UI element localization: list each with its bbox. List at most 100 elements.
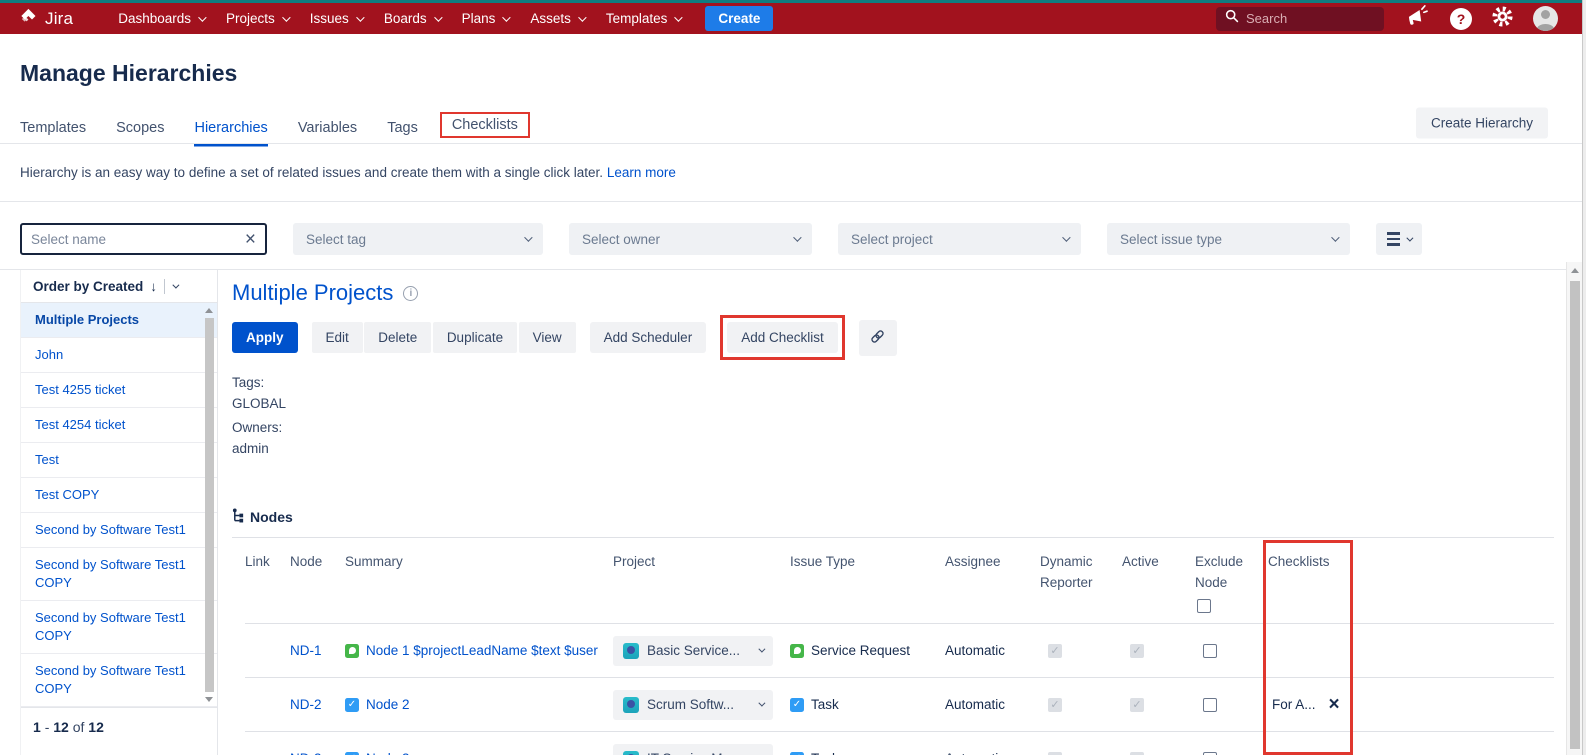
- list-item[interactable]: Second by Software Test1 COPY: [21, 601, 217, 654]
- nav-dashboards[interactable]: Dashboards: [107, 4, 215, 34]
- topbar-search[interactable]: [1216, 7, 1384, 31]
- megaphone-icon[interactable]: [1406, 5, 1431, 32]
- copy-link-button[interactable]: [859, 320, 897, 356]
- tab-checklists[interactable]: Checklists: [452, 117, 518, 133]
- node-summary-link[interactable]: Node 2: [366, 696, 410, 714]
- node-summary-link[interactable]: Node 3: [366, 750, 410, 755]
- page-description: Hierarchy is an easy way to define a set…: [0, 144, 1586, 202]
- checklist-name[interactable]: For A...: [1272, 697, 1316, 712]
- list-item[interactable]: Test COPY: [21, 478, 217, 513]
- learn-more-link[interactable]: Learn more: [607, 165, 676, 180]
- hierarchy-list: Multiple Projects John Test 4255 ticket …: [21, 302, 217, 707]
- sort-direction-icon[interactable]: [150, 279, 157, 294]
- list-item[interactable]: Test 4255 ticket: [21, 373, 217, 408]
- scrollbar-thumb[interactable]: [205, 318, 214, 692]
- exclude-node-checkbox[interactable]: [1203, 698, 1217, 712]
- scrollbar-thumb[interactable]: [1570, 281, 1580, 749]
- col-node: Node: [290, 551, 345, 613]
- service-request-icon: [345, 644, 359, 658]
- window-edge: [1582, 0, 1586, 755]
- select-tag-dropdown[interactable]: Select tag: [293, 223, 543, 255]
- select-project-dropdown[interactable]: Select project: [838, 223, 1081, 255]
- nav-boards[interactable]: Boards: [373, 4, 451, 34]
- hierarchy-list-sidebar: Order by Created Multiple Projects John …: [20, 270, 218, 755]
- select-owner-dropdown[interactable]: Select owner: [569, 223, 812, 255]
- list-item[interactable]: Second by Software Test1: [21, 513, 217, 548]
- node-key-link[interactable]: ND-1: [290, 643, 322, 658]
- chevron-down-icon: [282, 13, 290, 21]
- select-issue-type-dropdown[interactable]: Select issue type: [1107, 223, 1350, 255]
- remove-checklist-icon[interactable]: [1329, 695, 1340, 714]
- list-item[interactable]: Second by Software Test1 COPY: [21, 548, 217, 601]
- add-checklist-button[interactable]: Add Checklist: [727, 322, 838, 353]
- project-dropdown[interactable]: IT Service M...: [613, 744, 773, 755]
- scroll-up-icon[interactable]: [205, 308, 213, 313]
- search-input[interactable]: [1246, 11, 1356, 26]
- info-icon[interactable]: [403, 286, 418, 301]
- node-key-link[interactable]: ND-3: [290, 751, 322, 755]
- tab-hierarchies[interactable]: Hierarchies: [194, 112, 267, 144]
- page-scrollbar[interactable]: [1566, 262, 1582, 755]
- active-checkbox: [1130, 644, 1144, 658]
- gear-icon[interactable]: [1491, 5, 1514, 33]
- tab-variables[interactable]: Variables: [298, 112, 357, 144]
- tab-scopes[interactable]: Scopes: [116, 112, 164, 144]
- list-options-menu-button[interactable]: [1376, 223, 1422, 255]
- owners-value: admin: [232, 438, 1586, 459]
- avatar[interactable]: [1533, 6, 1558, 31]
- select-name-input[interactable]: [31, 232, 245, 247]
- view-button[interactable]: View: [519, 322, 576, 353]
- chevron-down-icon: [434, 13, 442, 21]
- chevron-down-icon[interactable]: [172, 281, 179, 288]
- tab-templates[interactable]: Templates: [20, 112, 86, 144]
- apply-button[interactable]: Apply: [232, 322, 298, 353]
- hierarchy-detail-panel: Multiple Projects Apply Edit Delete Dupl…: [218, 270, 1586, 755]
- exclude-node-checkbox[interactable]: [1203, 644, 1217, 658]
- hamburger-icon: [1387, 232, 1400, 245]
- list-item[interactable]: Test 4254 ticket: [21, 408, 217, 443]
- jira-logo-icon: [18, 6, 38, 31]
- nav-issues[interactable]: Issues: [299, 4, 373, 34]
- project-avatar-icon: [623, 751, 639, 755]
- project-dropdown[interactable]: Basic Service...: [613, 636, 773, 666]
- filter-bar: Select tag Select owner Select project S…: [0, 202, 1586, 270]
- sidebar-scrollbar[interactable]: [204, 305, 215, 705]
- app-window: Jira Dashboards Projects Issues Boards P…: [0, 0, 1586, 755]
- col-link: Link: [245, 551, 290, 613]
- list-item[interactable]: John: [21, 338, 217, 373]
- select-name-field[interactable]: [20, 223, 267, 255]
- project-dropdown[interactable]: Scrum Softw...: [613, 690, 773, 720]
- node-key-link[interactable]: ND-2: [290, 697, 322, 712]
- order-by-header: Order by Created: [21, 270, 217, 302]
- chevron-down-icon: [524, 233, 532, 241]
- list-item[interactable]: Second by Software Test1 COPY: [21, 654, 217, 707]
- assignee-value: Automatic: [945, 643, 1040, 658]
- nav-plans[interactable]: Plans: [451, 4, 520, 34]
- clear-icon[interactable]: [245, 230, 256, 249]
- exclude-all-checkbox[interactable]: [1197, 599, 1211, 613]
- list-item-multiple-projects[interactable]: Multiple Projects: [21, 303, 217, 338]
- dynamic-reporter-checkbox: [1048, 698, 1062, 712]
- help-icon[interactable]: [1450, 8, 1472, 30]
- nav-templates[interactable]: Templates: [595, 4, 692, 34]
- nodes-section-header: Nodes: [232, 508, 1586, 526]
- exclude-node-checkbox[interactable]: [1203, 752, 1217, 755]
- create-hierarchy-button[interactable]: Create Hierarchy: [1416, 107, 1548, 138]
- nav-projects[interactable]: Projects: [215, 4, 299, 34]
- edit-button[interactable]: Edit: [312, 322, 363, 353]
- duplicate-button[interactable]: Duplicate: [433, 322, 517, 353]
- col-active: Active: [1122, 551, 1195, 613]
- add-scheduler-button[interactable]: Add Scheduler: [590, 322, 707, 353]
- create-button[interactable]: Create: [705, 6, 773, 31]
- col-project: Project: [613, 551, 790, 613]
- scroll-down-icon[interactable]: [205, 697, 213, 702]
- tab-tags[interactable]: Tags: [387, 112, 418, 144]
- col-dynamic-reporter: Dynamic Reporter: [1040, 551, 1122, 613]
- jira-logo[interactable]: Jira: [18, 6, 73, 31]
- list-item[interactable]: Test: [21, 443, 217, 478]
- content-area: Order by Created Multiple Projects John …: [0, 270, 1586, 755]
- delete-button[interactable]: Delete: [364, 322, 431, 353]
- scroll-up-icon[interactable]: [1571, 268, 1579, 273]
- nav-assets[interactable]: Assets: [519, 4, 595, 34]
- node-summary-link[interactable]: Node 1 $projectLeadName $text $user: [366, 642, 598, 660]
